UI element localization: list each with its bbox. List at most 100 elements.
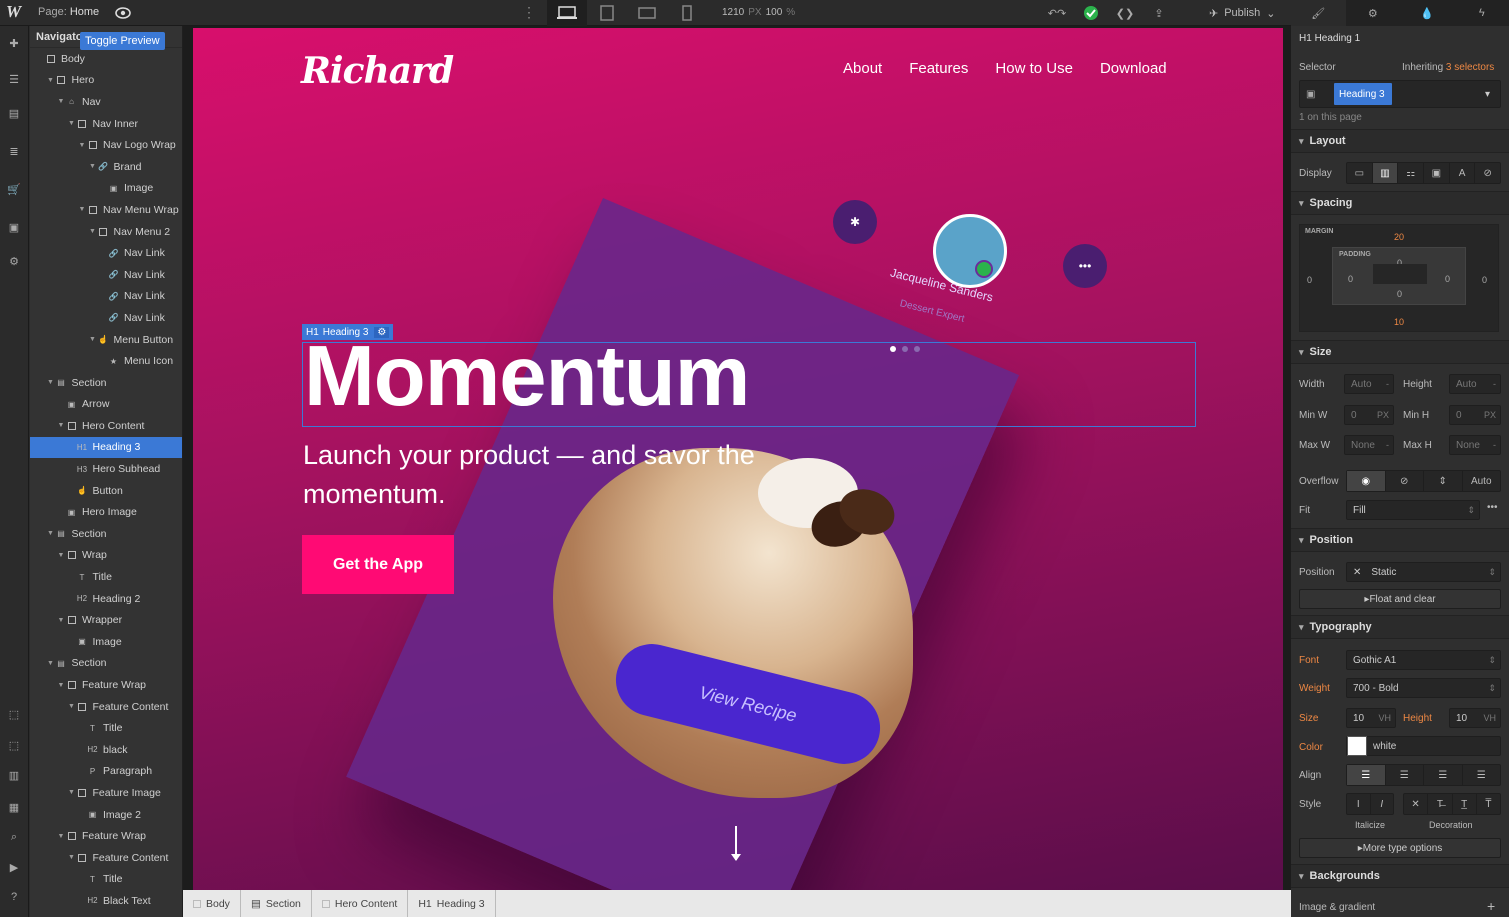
text-align-segmented[interactable]: ☰ ☰ ☰ ☰	[1346, 764, 1501, 786]
navigator-item[interactable]: T Title	[30, 566, 182, 588]
float-and-clear-toggle[interactable]: ▸ Float and clear	[1299, 589, 1501, 609]
fit-select[interactable]: Fill ⇕	[1346, 500, 1480, 520]
more-dots-icon[interactable]: ⋮	[522, 4, 536, 21]
display-segmented[interactable]: ▭ ▥ ⚏ ▣ A ⊘	[1346, 162, 1501, 184]
align-center-icon[interactable]: ☰	[1386, 765, 1424, 785]
expand-caret-icon[interactable]: ▼	[68, 120, 76, 127]
size-section-header[interactable]: Size	[1291, 340, 1509, 364]
navigator-item[interactable]: ▼ Nav Menu 2	[30, 221, 182, 243]
position-select[interactable]: ✕ Static ⇕	[1346, 562, 1501, 582]
expand-caret-icon[interactable]: ▼	[89, 336, 97, 343]
navigator-item[interactable]: T Title	[30, 869, 182, 891]
help-icon[interactable]: ?	[3, 886, 25, 908]
padding-right[interactable]: 0	[1445, 274, 1450, 284]
navigator-item[interactable]: ▼ ▤ Section	[30, 523, 182, 545]
margin-bottom[interactable]: 10	[1394, 317, 1404, 327]
color-swatch[interactable]	[1347, 736, 1367, 756]
cms-database-icon[interactable]: ≣	[3, 140, 25, 162]
navigator-item[interactable]: ▼ Hero Content	[30, 415, 182, 437]
expand-caret-icon[interactable]: ▼	[57, 552, 65, 559]
mobile-landscape-icon[interactable]	[627, 0, 667, 26]
page-selector[interactable]: Page: Home	[38, 6, 99, 18]
expand-caret-icon[interactable]: ▼	[78, 206, 86, 213]
pages-icon[interactable]: ▤	[3, 102, 25, 124]
search-icon[interactable]: ⌕	[3, 826, 25, 848]
expand-caret-icon[interactable]: ▼	[57, 422, 65, 429]
height-input[interactable]: Auto -	[1449, 374, 1501, 394]
display-flex-icon[interactable]: ▥	[1372, 163, 1399, 183]
underline-icon[interactable]: T̲	[1453, 794, 1477, 814]
navigator-item[interactable]: H2 black	[30, 739, 182, 761]
nav-link-how-to-use[interactable]: How to Use	[995, 60, 1073, 77]
breadcrumb-section[interactable]: ▤ Section	[241, 890, 312, 917]
expand-caret-icon[interactable]: ▼	[68, 703, 76, 710]
overflow-scroll-icon[interactable]: ⇕	[1424, 471, 1463, 491]
navigator-item[interactable]: ☝ Button	[30, 480, 182, 502]
overflow-hidden-icon[interactable]: ⊘	[1386, 471, 1424, 491]
selection-tag[interactable]: H1 Heading 3 ⚙	[302, 324, 394, 340]
undo-redo-icon[interactable]: ↶↷	[1040, 0, 1074, 26]
overflow-segmented[interactable]: ◉ ⊘ ⇕ Auto	[1346, 470, 1501, 492]
video-tutorial-icon[interactable]: ▶	[3, 856, 25, 878]
italic-on-icon[interactable]: I	[1371, 794, 1394, 814]
navigator-item[interactable]: ▼ Wrapper	[30, 609, 182, 631]
color-input[interactable]: white	[1346, 736, 1501, 756]
settings-tab-gear-icon[interactable]: ⚙	[1346, 0, 1401, 26]
assets-icon[interactable]: ▣	[3, 216, 25, 238]
code-export-icon[interactable]: ❮❯	[1108, 0, 1142, 26]
breadcrumb-body[interactable]: Body	[183, 890, 241, 917]
navigator-item[interactable]: ▣ Image	[30, 631, 182, 653]
font-select[interactable]: Gothic A1 ⇕	[1346, 650, 1501, 670]
navigator-item[interactable]: ▼ Feature Wrap	[30, 674, 182, 696]
hero-heading[interactable]: Momentum	[304, 330, 750, 424]
italic-off-icon[interactable]: I	[1347, 794, 1371, 814]
navigator-item[interactable]: T Title	[30, 717, 182, 739]
width-input[interactable]: Auto -	[1344, 374, 1394, 394]
align-left-icon[interactable]: ☰	[1347, 765, 1386, 785]
navigator-item[interactable]: ▣ Image	[30, 178, 182, 200]
select-tool-icon[interactable]: ⬚	[3, 703, 25, 725]
expand-caret-icon[interactable]: ▼	[57, 617, 65, 624]
spacing-box[interactable]: MARGIN 20 0 0 10 PADDING 0 0 0 0	[1299, 224, 1499, 332]
navigator-item[interactable]: ▼ 🔗 Brand	[30, 156, 182, 178]
navigator-item[interactable]: 🔗 Nav Link	[30, 242, 182, 264]
hero-section[interactable]: Richard About Features How to Use Downlo…	[193, 28, 1283, 890]
navigator-item[interactable]: Body	[30, 48, 182, 70]
hero-subhead[interactable]: Launch your product — and savor the mome…	[303, 436, 803, 514]
selector-field[interactable]: ▣ ▾	[1299, 80, 1501, 108]
navigator-item[interactable]: ▼ Feature Content	[30, 696, 182, 718]
font-size-input[interactable]: 10 VH	[1346, 708, 1396, 728]
breadcrumb-hero-content[interactable]: Hero Content	[312, 890, 409, 917]
more-type-options-toggle[interactable]: ▸ More type options	[1299, 838, 1501, 858]
layout-section-header[interactable]: Layout	[1291, 129, 1509, 153]
expand-caret-icon[interactable]: ▼	[47, 379, 55, 386]
expand-caret-icon[interactable]: ▼	[78, 142, 86, 149]
publish-button[interactable]: ✈ Publish ⌄	[1203, 0, 1291, 26]
breadcrumb-heading-3[interactable]: H1 Heading 3	[408, 890, 496, 917]
webflow-logo[interactable]: W	[6, 2, 24, 22]
expand-caret-icon[interactable]: ▼	[57, 98, 65, 105]
ecommerce-cart-icon[interactable]: 🛒	[3, 178, 25, 200]
align-right-icon[interactable]: ☰	[1424, 765, 1463, 785]
backgrounds-section-header[interactable]: Backgrounds	[1291, 864, 1509, 888]
mobile-portrait-icon[interactable]	[667, 0, 707, 26]
navigator-item[interactable]: ▼ ⌂ Nav	[30, 91, 182, 113]
navigator-item[interactable]: ▼ Feature Wrap	[30, 825, 182, 847]
navigator-item[interactable]: ▣ Arrow	[30, 394, 182, 416]
padding-bottom[interactable]: 0	[1397, 289, 1402, 299]
nav-link-features[interactable]: Features	[909, 60, 968, 77]
navigator-item[interactable]: H3 Hero Subhead	[30, 458, 182, 480]
decoration-none-icon[interactable]: ✕	[1404, 794, 1429, 814]
overline-icon[interactable]: T̅	[1477, 794, 1500, 814]
xray-icon[interactable]: ⬚	[3, 734, 25, 756]
position-section-header[interactable]: Position	[1291, 528, 1509, 552]
display-block-icon[interactable]: ▭	[1347, 163, 1373, 183]
tablet-breakpoint-icon[interactable]	[587, 0, 627, 26]
overflow-visible-eye-icon[interactable]: ◉	[1347, 471, 1386, 491]
strikethrough-icon[interactable]: T̶	[1428, 794, 1453, 814]
interactions-lightning-icon[interactable]: ϟ	[1455, 0, 1509, 26]
min-height-input[interactable]: 0 PX	[1449, 405, 1501, 425]
italic-segmented[interactable]: II	[1346, 793, 1394, 815]
brand-logo[interactable]: Richard	[301, 50, 454, 92]
designer-canvas[interactable]: Richard About Features How to Use Downlo…	[183, 26, 1291, 890]
